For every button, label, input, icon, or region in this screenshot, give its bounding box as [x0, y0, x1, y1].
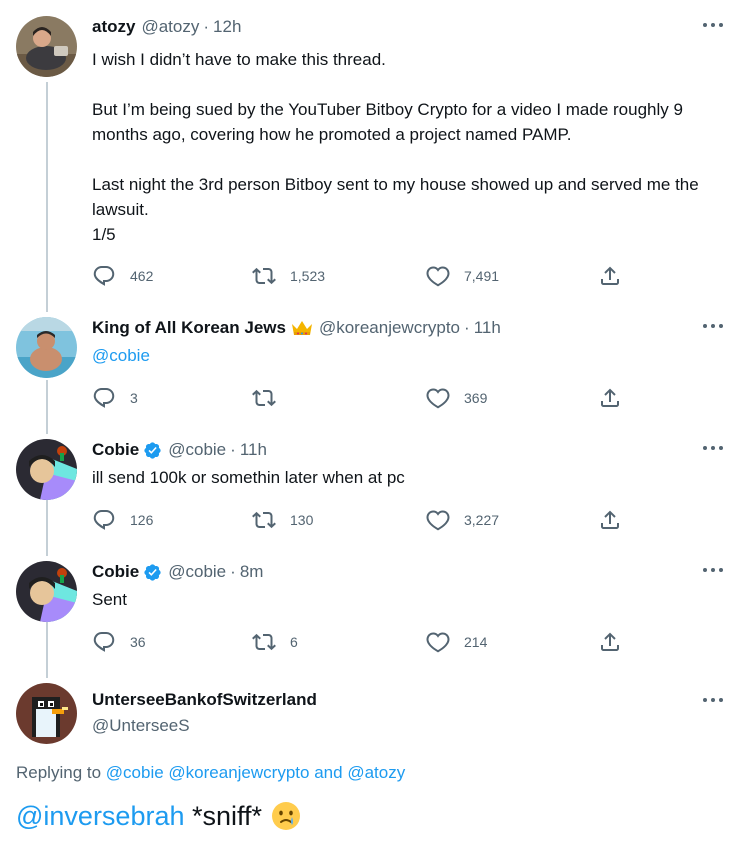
share-button[interactable] — [598, 630, 622, 654]
like-count: 7,491 — [464, 268, 500, 284]
timestamp[interactable]: 8m — [240, 562, 264, 582]
focused-tweet-text: @inversebrah *sniff* — [16, 800, 302, 832]
like-button[interactable]: 214 — [426, 630, 487, 654]
tweet-actions: 126 130 3,227 — [92, 508, 632, 532]
author-name[interactable]: Cobie — [92, 562, 139, 582]
separator-dot: · — [203, 17, 210, 36]
replying-to-label: Replying to — [16, 763, 106, 782]
like-count: 3,227 — [464, 512, 500, 528]
tweet-actions: 3 369 — [92, 386, 632, 410]
reply-count: 3 — [130, 390, 138, 406]
timestamp[interactable]: 12h — [213, 17, 241, 37]
more-horizontal-icon[interactable] — [703, 18, 723, 32]
reply-button[interactable]: 126 — [92, 508, 153, 532]
heart-icon — [426, 630, 450, 654]
share-button[interactable] — [598, 264, 622, 288]
author-name[interactable]: UnterseeBankofSwitzerland — [92, 690, 317, 710]
share-icon — [598, 508, 622, 532]
replying-mention[interactable]: @koreanjewcrypto — [168, 763, 309, 782]
more-horizontal-icon[interactable] — [703, 319, 723, 333]
tweet-body: *sniff* — [184, 800, 263, 831]
author-handle[interactable]: @cobie — [168, 440, 226, 460]
thread-line — [46, 82, 48, 312]
avatar[interactable] — [16, 561, 77, 622]
more-horizontal-icon[interactable] — [703, 693, 723, 707]
retweet-button[interactable] — [252, 386, 290, 410]
author-name[interactable]: King of All Korean Jews — [92, 318, 286, 338]
avatar[interactable] — [16, 683, 77, 744]
avatar[interactable] — [16, 439, 77, 500]
retweet-icon — [252, 386, 276, 410]
tweet-actions: 36 6 214 — [92, 630, 632, 654]
reply-count: 36 — [130, 634, 146, 650]
share-button[interactable] — [598, 386, 622, 410]
author-name[interactable]: Cobie — [92, 440, 139, 460]
verified-badge-icon — [143, 441, 162, 460]
replying-mention[interactable]: @cobie — [106, 763, 164, 782]
thread-line — [46, 380, 48, 434]
like-count: 369 — [464, 390, 488, 406]
reply-icon — [92, 508, 116, 532]
reply-icon — [92, 386, 116, 410]
reply-count: 126 — [130, 512, 154, 528]
crown-emoji — [291, 321, 312, 335]
retweet-button[interactable]: 1,523 — [252, 264, 325, 288]
timestamp[interactable]: 11h — [240, 440, 267, 460]
like-button[interactable]: 369 — [426, 386, 487, 410]
like-count: 214 — [464, 634, 488, 650]
mention-link[interactable]: @cobie — [92, 346, 150, 365]
reply-button[interactable]: 3 — [92, 386, 138, 410]
reply-icon — [92, 630, 116, 654]
reply-button[interactable]: 462 — [92, 264, 153, 288]
share-icon — [598, 630, 622, 654]
retweet-button[interactable]: 6 — [252, 630, 298, 654]
like-button[interactable]: 7,491 — [426, 264, 499, 288]
share-icon — [598, 264, 622, 288]
share-icon — [598, 386, 622, 410]
heart-icon — [426, 264, 450, 288]
avatar[interactable] — [16, 317, 77, 378]
separator-dot: · — [464, 318, 470, 337]
mention-link[interactable]: @inversebrah — [16, 801, 185, 832]
tweet-actions: 462 1,523 7,491 — [92, 264, 632, 288]
retweet-icon — [252, 264, 276, 288]
verified-badge-icon — [143, 563, 162, 582]
thread-line — [46, 500, 48, 556]
retweet-icon — [252, 508, 276, 532]
author-handle[interactable]: @UnterseeS — [92, 716, 190, 736]
avatar[interactable] — [16, 16, 77, 77]
crying-face-emoji — [272, 802, 301, 830]
more-horizontal-icon[interactable] — [703, 441, 723, 455]
retweet-count: 130 — [290, 512, 314, 528]
author-name[interactable]: atozy — [92, 17, 135, 37]
separator-dot: · — [230, 562, 236, 581]
retweet-count: 1,523 — [290, 268, 326, 284]
reply-count: 462 — [130, 268, 154, 284]
tweet-text: @cobie — [92, 343, 725, 368]
replying-to: Replying to @cobie @koreanjewcrypto and … — [16, 763, 405, 783]
author-handle[interactable]: @koreanjewcrypto — [319, 318, 460, 338]
author-handle[interactable]: @cobie — [168, 562, 226, 582]
replying-mention[interactable]: @atozy — [347, 763, 405, 782]
retweet-count: 6 — [290, 634, 298, 650]
retweet-icon — [252, 630, 276, 654]
separator-dot: · — [230, 440, 236, 459]
author-handle[interactable]: @atozy — [141, 17, 199, 37]
tweet-text: Sent — [92, 590, 127, 609]
timestamp[interactable]: 11h — [474, 318, 501, 338]
retweet-button[interactable]: 130 — [252, 508, 313, 532]
heart-icon — [426, 508, 450, 532]
reply-button[interactable]: 36 — [92, 630, 146, 654]
tweet-text: I wish I didn’t have to make this thread… — [92, 50, 699, 244]
like-button[interactable]: 3,227 — [426, 508, 499, 532]
heart-icon — [426, 386, 450, 410]
tweet-text: ill send 100k or somethin later when at … — [92, 468, 405, 487]
thread-line — [46, 622, 48, 678]
share-button[interactable] — [598, 508, 622, 532]
replying-and[interactable]: and — [314, 763, 342, 782]
more-horizontal-icon[interactable] — [703, 563, 723, 577]
reply-icon — [92, 264, 116, 288]
